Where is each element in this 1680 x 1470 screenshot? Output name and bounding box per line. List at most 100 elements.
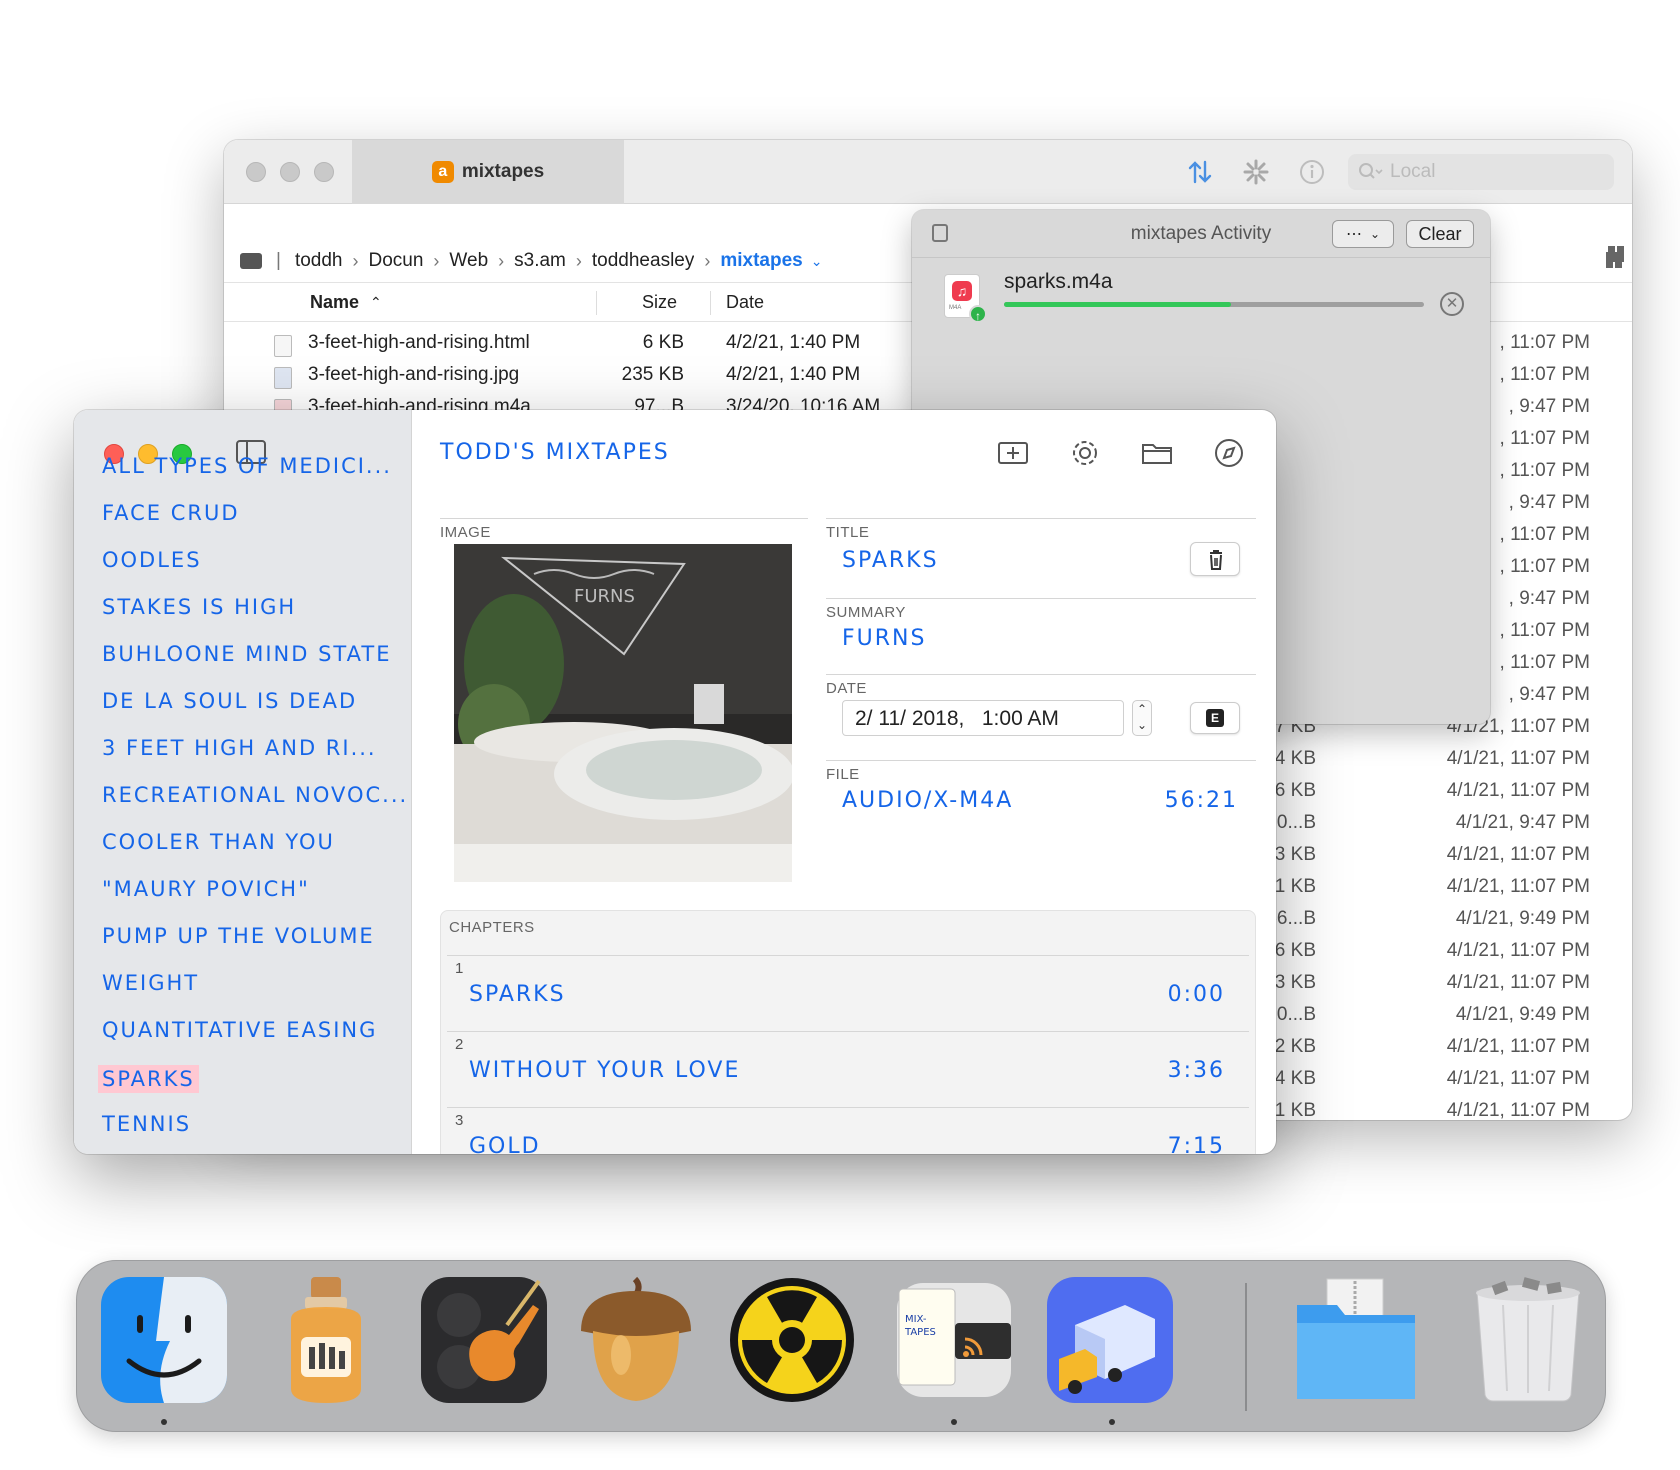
sidebar-item[interactable]: 3 FEET HIGH AND RI... bbox=[102, 736, 377, 760]
search-field[interactable]: Local bbox=[1348, 154, 1614, 190]
sidebar-item[interactable]: OODLES bbox=[102, 548, 202, 572]
compass-icon[interactable] bbox=[1212, 436, 1246, 470]
remote-file-date: 4/1/21, 11:07 PM bbox=[1446, 780, 1590, 801]
transfer-progress-fill bbox=[1004, 302, 1231, 307]
transmit-titlebar: a mixtapes Local bbox=[224, 140, 1632, 204]
clear-button[interactable]: Clear bbox=[1406, 220, 1474, 248]
date-picker[interactable]: 2/ 11/ 2018, 1:00 AM bbox=[842, 700, 1124, 736]
breadcrumb-item[interactable]: Docun bbox=[368, 250, 423, 272]
sidebar-item[interactable]: QUANTITATIVE EASING bbox=[102, 1018, 377, 1042]
chapter-title[interactable]: GOLD bbox=[469, 1134, 541, 1154]
close-button[interactable] bbox=[246, 162, 266, 182]
file-badge: M4A bbox=[949, 305, 962, 311]
gear-icon[interactable] bbox=[1068, 436, 1102, 470]
remote-file-date: 4/1/21, 11:07 PM bbox=[1446, 748, 1590, 769]
sidebar-item[interactable]: "MAURY POVICH" bbox=[102, 877, 310, 901]
chevron-down-icon[interactable]: ⌄ bbox=[811, 253, 823, 270]
remote-file-date: , 9:47 PM bbox=[1508, 492, 1590, 513]
sidebar-item[interactable]: WEIGHT bbox=[102, 971, 199, 995]
sidebar-item[interactable]: BUHLOONE MIND STATE bbox=[102, 642, 391, 666]
activity-header: mixtapes Activity ⋯ ⌄ Clear bbox=[912, 210, 1490, 258]
column-name[interactable]: Name bbox=[310, 292, 359, 313]
chapter-time[interactable]: 7:15 bbox=[1168, 1134, 1225, 1154]
chapter-row[interactable]: 1 SPARKS 0:00 bbox=[447, 955, 1249, 1031]
add-icon[interactable] bbox=[996, 436, 1030, 470]
image-label: IMAGE bbox=[440, 524, 491, 541]
mixtapes-icon[interactable]: MIX-TAPES bbox=[889, 1275, 1019, 1405]
remote-file-date: , 9:47 PM bbox=[1508, 684, 1590, 705]
radiation-icon[interactable] bbox=[727, 1275, 857, 1405]
breadcrumb-divider: | bbox=[276, 250, 281, 271]
chapter-title[interactable]: SPARKS bbox=[469, 982, 566, 1007]
sidebar-item[interactable]: STAKES IS HIGH bbox=[102, 595, 296, 619]
date-stepper[interactable]: ⌃ ⌄ bbox=[1132, 700, 1152, 736]
chapter-title[interactable]: WITHOUT YOUR LOVE bbox=[469, 1058, 740, 1083]
date-edit-button[interactable]: E bbox=[1190, 702, 1240, 734]
remote-file-date: 4/1/21, 9:49 PM bbox=[1455, 908, 1590, 929]
transmit-icon[interactable] bbox=[1045, 1275, 1175, 1405]
right-view-grid-icon[interactable] bbox=[1608, 246, 1624, 262]
chapter-number: 2 bbox=[455, 1036, 464, 1053]
title-field[interactable]: SPARKS bbox=[842, 548, 939, 573]
folder-icon[interactable] bbox=[1140, 436, 1174, 470]
remote-file-date: 4/1/21, 11:07 PM bbox=[1446, 1100, 1590, 1120]
chapter-time[interactable]: 0:00 bbox=[1168, 982, 1225, 1007]
info-icon[interactable] bbox=[1296, 156, 1328, 188]
breadcrumb-item[interactable]: Web bbox=[449, 250, 488, 272]
cover-lettering: FURNS bbox=[574, 586, 635, 607]
cortex-jar-icon[interactable] bbox=[261, 1275, 391, 1405]
transfer-activity-icon[interactable] bbox=[1184, 156, 1216, 188]
sidebar-item[interactable]: PUMP UP THE VOLUME bbox=[102, 924, 375, 948]
minimize-button[interactable] bbox=[280, 162, 300, 182]
chapter-row[interactable]: 2 WITHOUT YOUR LOVE 3:36 bbox=[447, 1031, 1249, 1107]
date-label: DATE bbox=[826, 680, 867, 697]
search-placeholder: Local bbox=[1390, 161, 1436, 182]
acorn-icon[interactable] bbox=[571, 1275, 701, 1405]
summary-field[interactable]: FURNS bbox=[842, 626, 926, 651]
chapter-row[interactable]: 3 GOLD 7:15 bbox=[447, 1107, 1249, 1154]
sidebar-item[interactable]: RECREATIONAL NOVOC... bbox=[102, 783, 408, 807]
sidebar-item[interactable]: TENNIS bbox=[102, 1112, 191, 1136]
delete-button[interactable] bbox=[1190, 542, 1240, 576]
zoom-button[interactable] bbox=[314, 162, 334, 182]
sidebar-item[interactable]: DE LA SOUL IS DEAD bbox=[102, 689, 357, 713]
mixtapes-window: ALL TYPES OF MEDICI... FACE CRUD OODLES STA… bbox=[74, 410, 1276, 1154]
tab-mixtapes[interactable]: a mixtapes bbox=[352, 140, 624, 204]
running-indicator bbox=[1109, 1419, 1115, 1425]
remote-file-date: 4/1/21, 11:07 PM bbox=[1446, 972, 1590, 993]
chapters-panel: CHAPTERS 1 SPARKS 0:00 2 WITHOUT YOUR LOVE 3:… bbox=[440, 910, 1256, 1154]
sidebar: ALL TYPES OF MEDICI... FACE CRUD OODLES STA… bbox=[74, 410, 412, 1154]
remote-file-date: , 11:07 PM bbox=[1499, 524, 1590, 545]
sidebar-item[interactable]: FACE CRUD bbox=[102, 501, 240, 525]
remote-file-date: , 11:07 PM bbox=[1499, 652, 1590, 673]
remote-file-date: , 11:07 PM bbox=[1499, 460, 1590, 481]
column-date[interactable]: Date bbox=[726, 292, 764, 313]
activity-options-button[interactable]: ⋯ ⌄ bbox=[1332, 220, 1394, 248]
breadcrumb-item[interactable]: toddheasley bbox=[592, 250, 694, 272]
running-indicator bbox=[951, 1419, 957, 1425]
sidebar-item[interactable]: SPARKS bbox=[98, 1065, 199, 1093]
cancel-transfer-icon[interactable]: ✕ bbox=[1440, 292, 1464, 316]
m4a-file-icon: ♫ M4A ↑ bbox=[944, 274, 987, 323]
garageband-icon[interactable] bbox=[419, 1275, 549, 1405]
sidebar-item[interactable]: ALL TYPES OF MEDICI... bbox=[102, 454, 392, 478]
copy-icon[interactable] bbox=[932, 224, 948, 242]
downloads-folder-icon[interactable] bbox=[1291, 1275, 1421, 1405]
remote-file-date: 4/1/21, 11:07 PM bbox=[1446, 844, 1590, 865]
breadcrumb-item[interactable]: s3.am bbox=[514, 250, 566, 272]
window-controls bbox=[246, 162, 334, 182]
breadcrumb-item[interactable]: toddh bbox=[295, 250, 343, 272]
breadcrumb-current[interactable]: mixtapes bbox=[720, 250, 802, 272]
chapter-time[interactable]: 3:36 bbox=[1168, 1058, 1225, 1083]
sidebar-item[interactable]: COOLER THAN YOU bbox=[102, 830, 335, 854]
chevron-right-icon: › bbox=[433, 250, 440, 271]
title-label: TITLE bbox=[826, 524, 870, 541]
trash-icon[interactable] bbox=[1463, 1275, 1593, 1405]
column-size[interactable]: Size bbox=[642, 292, 677, 313]
album-art[interactable]: FURNS bbox=[454, 544, 792, 882]
remote-file-date: 4/1/21, 11:07 PM bbox=[1446, 1068, 1590, 1089]
sort-ascending-icon: ⌃ bbox=[370, 294, 382, 310]
remote-file-date: 4/1/21, 11:07 PM bbox=[1446, 1036, 1590, 1057]
finder-icon[interactable] bbox=[99, 1275, 229, 1405]
actions-gear-icon[interactable] bbox=[1240, 156, 1272, 188]
